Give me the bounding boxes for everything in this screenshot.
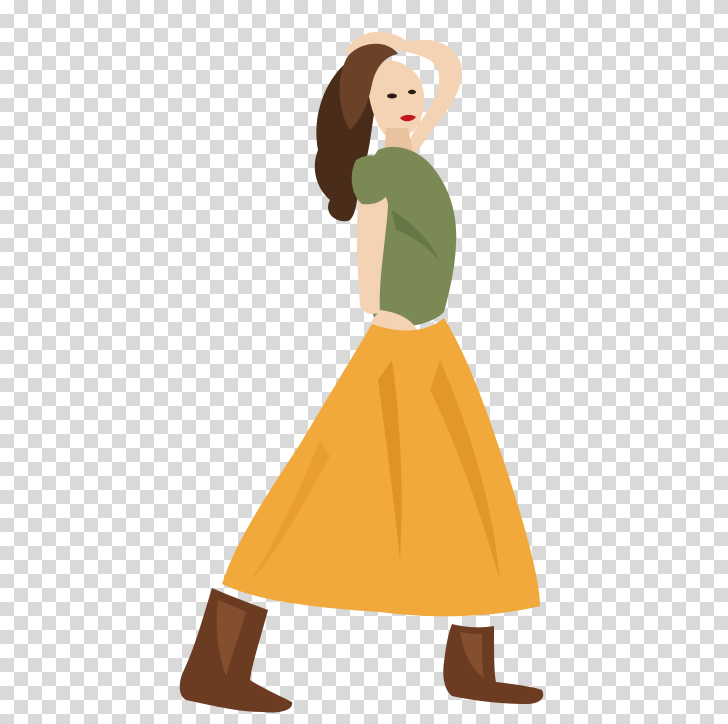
image-canvas bbox=[0, 0, 728, 724]
woman-illustration bbox=[179, 31, 544, 713]
eye-right bbox=[408, 89, 416, 95]
skirt bbox=[222, 318, 540, 617]
boot-left bbox=[179, 588, 293, 713]
boot-right bbox=[443, 624, 544, 704]
eye-left bbox=[387, 93, 397, 99]
